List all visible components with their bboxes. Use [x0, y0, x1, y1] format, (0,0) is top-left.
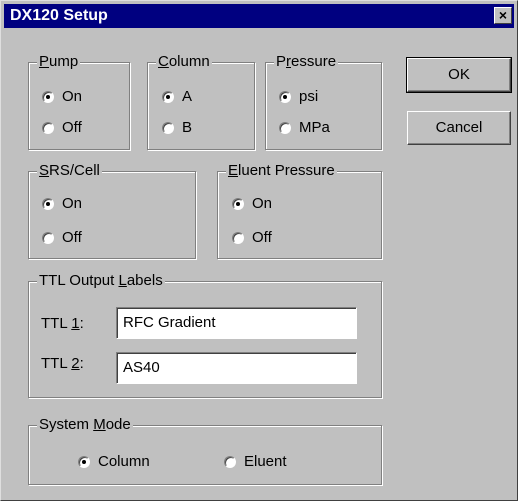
- system-mode-legend: System Mode: [37, 416, 133, 434]
- radio-unchecked-icon: [162, 122, 174, 134]
- pressure-mpa-label: MPa: [299, 119, 330, 136]
- ok-button[interactable]: OK: [406, 57, 512, 93]
- eluent-pressure-on-radio[interactable]: On: [232, 195, 272, 213]
- radio-unchecked-icon: [42, 232, 54, 244]
- radio-unchecked-icon: [232, 232, 244, 244]
- ttl2-label: TTL 2:: [41, 355, 84, 372]
- eluent-pressure-on-label: On: [252, 195, 273, 212]
- radio-unchecked-icon: [224, 456, 236, 468]
- srs-cell-on-label: On: [62, 195, 83, 212]
- column-a-label: A: [182, 88, 193, 105]
- ttl-output-labels-legend: TTL Output Labels: [37, 272, 165, 290]
- system-mode-column-label: Column: [98, 453, 150, 470]
- column-legend: Column: [156, 53, 212, 71]
- ttl1-input[interactable]: RFC Gradient: [116, 307, 357, 339]
- pump-off-radio[interactable]: Off: [42, 119, 82, 137]
- srs-cell-on-radio[interactable]: On: [42, 195, 82, 213]
- radio-checked-icon: [42, 198, 54, 210]
- radio-unchecked-icon: [42, 122, 54, 134]
- pressure-psi-label: psi: [299, 88, 319, 105]
- ttl1-label: TTL 1:: [41, 315, 84, 332]
- radio-checked-icon: [232, 198, 244, 210]
- srs-cell-off-label: Off: [62, 229, 82, 246]
- column-a-radio[interactable]: A: [162, 88, 192, 106]
- pump-off-label: Off: [62, 119, 82, 136]
- radio-checked-icon: [279, 91, 291, 103]
- eluent-pressure-off-radio[interactable]: Off: [232, 229, 272, 247]
- pressure-mpa-radio[interactable]: MPa: [279, 119, 330, 137]
- radio-checked-icon: [42, 91, 54, 103]
- system-mode-eluent-radio[interactable]: Eluent: [224, 453, 287, 471]
- column-b-label: B: [182, 119, 193, 136]
- radio-checked-icon: [78, 456, 90, 468]
- pressure-psi-radio[interactable]: psi: [279, 88, 318, 106]
- pump-on-label: On: [62, 88, 83, 105]
- system-mode-column-radio[interactable]: Column: [78, 453, 150, 471]
- srs-cell-legend: SRS/Cell: [37, 162, 102, 180]
- ttl2-input[interactable]: AS40: [116, 352, 357, 384]
- close-icon[interactable]: ×: [494, 7, 512, 24]
- system-mode-eluent-label: Eluent: [244, 453, 287, 470]
- radio-unchecked-icon: [279, 122, 291, 134]
- column-b-radio[interactable]: B: [162, 119, 192, 137]
- pump-legend: Pump: [37, 53, 81, 71]
- pump-on-radio[interactable]: On: [42, 88, 82, 106]
- dialog-title: DX120 Setup: [10, 7, 108, 24]
- title-bar[interactable]: DX120 Setup ×: [4, 4, 514, 28]
- pressure-legend: Pressure: [274, 53, 339, 71]
- cancel-button[interactable]: Cancel: [407, 111, 511, 145]
- eluent-pressure-legend: Eluent Pressure: [226, 162, 337, 180]
- eluent-pressure-off-label: Off: [252, 229, 272, 246]
- radio-checked-icon: [162, 91, 174, 103]
- setup-dialog: DX120 Setup × Pump On Off Column A B Pre…: [0, 0, 518, 501]
- srs-cell-off-radio[interactable]: Off: [42, 229, 82, 247]
